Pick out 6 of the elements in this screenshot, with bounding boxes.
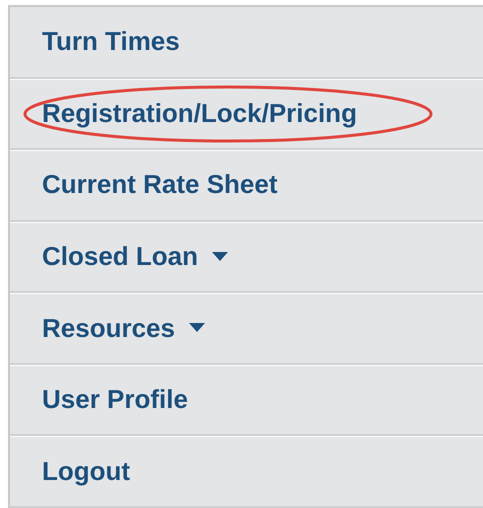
menu-link[interactable]: Closed Loan [42,237,228,276]
menu-link[interactable]: Current Rate Sheet [42,165,278,204]
menu-link[interactable]: Turn Times [42,22,180,62]
menu-link[interactable]: Logout [42,452,130,491]
menu-link[interactable]: User Profile [42,380,188,420]
menu-link[interactable]: Resources [42,308,205,348]
